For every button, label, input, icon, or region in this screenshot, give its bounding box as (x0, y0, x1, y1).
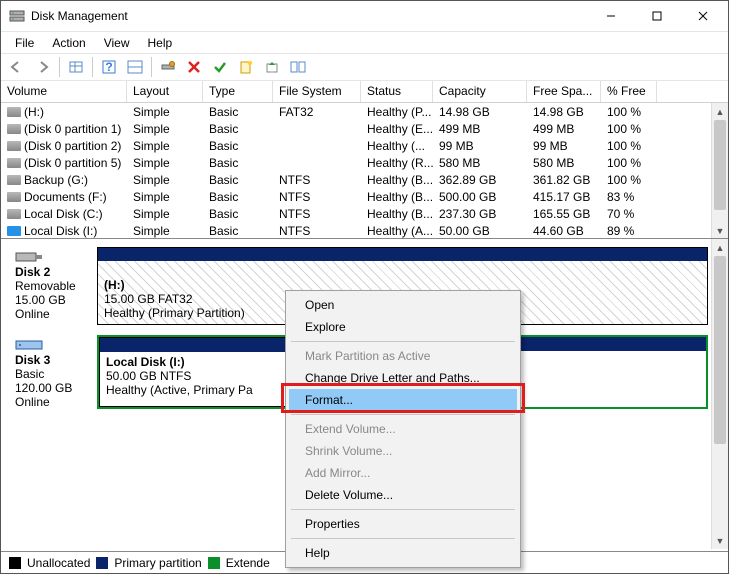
green-arrow-icon[interactable] (260, 56, 284, 78)
help-icon[interactable]: ? (97, 56, 121, 78)
volume-icon (7, 158, 21, 168)
partition-name: Local Disk (I:) (106, 355, 288, 369)
ctx-mark-active: Mark Partition as Active (289, 345, 517, 367)
disk-kind: Removable (15, 279, 91, 293)
legend-unallocated: Unallocated (27, 556, 90, 570)
volume-icon (7, 141, 21, 151)
partition-size: 50.00 GB NTFS (106, 369, 288, 383)
list-header: Volume Layout Type File System Status Ca… (1, 81, 728, 103)
col-filesystem[interactable]: File System (273, 81, 361, 102)
legend-swatch-extended (208, 557, 220, 569)
ctx-properties[interactable]: Properties (289, 513, 517, 535)
app-icon (9, 8, 25, 24)
ctx-add-mirror: Add Mirror... (289, 462, 517, 484)
volume-list: Volume Layout Type File System Status Ca… (1, 81, 728, 239)
new-icon[interactable] (234, 56, 258, 78)
table-row[interactable]: Documents (F:)SimpleBasicNTFSHealthy (B.… (1, 188, 728, 205)
col-pct[interactable]: % Free (601, 81, 657, 102)
legend-swatch-primary (96, 557, 108, 569)
volume-icon (7, 124, 21, 134)
title-bar: Disk Management (1, 1, 728, 31)
ctx-shrink: Shrink Volume... (289, 440, 517, 462)
table-row[interactable]: (Disk 0 partition 2)SimpleBasicHealthy (… (1, 137, 728, 154)
ctx-explore[interactable]: Explore (289, 316, 517, 338)
svg-text:?: ? (105, 60, 112, 74)
table-row[interactable]: Local Disk (I:)SimpleBasicNTFSHealthy (A… (1, 222, 728, 239)
volume-icon (7, 192, 21, 202)
scroll-down-icon[interactable]: ▼ (712, 532, 728, 549)
menu-file[interactable]: File (7, 34, 42, 52)
table-row[interactable]: (Disk 0 partition 1)SimpleBasicHealthy (… (1, 120, 728, 137)
toolbar: ? (1, 53, 728, 81)
disk-size: 120.00 GB (15, 381, 91, 395)
ctx-change-drive-letter[interactable]: Change Drive Letter and Paths... (289, 367, 517, 389)
disk-state: Online (15, 307, 91, 321)
removable-disk-icon (15, 251, 43, 263)
delete-icon[interactable] (182, 56, 206, 78)
ctx-extend: Extend Volume... (289, 418, 517, 440)
col-type[interactable]: Type (203, 81, 273, 102)
col-status[interactable]: Status (361, 81, 433, 102)
table-row[interactable]: (H:)SimpleBasicFAT32Healthy (P...14.98 G… (1, 103, 728, 120)
layout-icon[interactable] (123, 56, 147, 78)
volume-icon (7, 175, 21, 185)
table-row[interactable]: (Disk 0 partition 5)SimpleBasicHealthy (… (1, 154, 728, 171)
volume-icon (7, 209, 21, 219)
scroll-thumb[interactable] (714, 120, 726, 210)
legend-swatch-unallocated (9, 557, 21, 569)
ctx-help[interactable]: Help (289, 542, 517, 564)
disk-kind: Basic (15, 367, 91, 381)
ctx-format[interactable]: Format... (289, 389, 517, 411)
ctx-open[interactable]: Open (289, 294, 517, 316)
ctx-delete[interactable]: Delete Volume... (289, 484, 517, 506)
disk-scrollbar[interactable]: ▲ ▼ (711, 239, 728, 549)
scroll-up-icon[interactable]: ▲ (712, 239, 728, 256)
partition-i[interactable]: Local Disk (I:) 50.00 GB NTFS Healthy (A… (99, 337, 295, 407)
menu-bar: File Action View Help (1, 31, 728, 53)
legend-extended: Extende (226, 556, 270, 570)
settings-icon[interactable] (156, 56, 180, 78)
disk-size: 15.00 GB (15, 293, 91, 307)
forward-icon[interactable] (31, 56, 55, 78)
scroll-thumb[interactable] (714, 256, 726, 444)
scroll-down-icon[interactable]: ▼ (712, 222, 728, 239)
close-button[interactable] (680, 1, 726, 31)
col-volume[interactable]: Volume (1, 81, 127, 102)
window-title: Disk Management (31, 9, 128, 23)
legend-primary: Primary partition (114, 556, 201, 570)
minimize-button[interactable] (588, 1, 634, 31)
basic-disk-icon (15, 339, 43, 351)
maximize-button[interactable] (634, 1, 680, 31)
disk-name: Disk 2 (15, 265, 91, 279)
disk-name: Disk 3 (15, 353, 91, 367)
table-row[interactable]: Local Disk (C:)SimpleBasicNTFSHealthy (B… (1, 205, 728, 222)
disk-state: Online (15, 395, 91, 409)
menu-action[interactable]: Action (44, 34, 93, 52)
context-menu: Open Explore Mark Partition as Active Ch… (285, 290, 521, 568)
col-capacity[interactable]: Capacity (433, 81, 527, 102)
panel-icon[interactable] (286, 56, 310, 78)
col-free[interactable]: Free Spa... (527, 81, 601, 102)
col-layout[interactable]: Layout (127, 81, 203, 102)
menu-help[interactable]: Help (140, 34, 181, 52)
table-row[interactable]: Backup (G:)SimpleBasicNTFSHealthy (B...3… (1, 171, 728, 188)
list-scrollbar[interactable]: ▲ ▼ (711, 103, 728, 239)
scroll-up-icon[interactable]: ▲ (712, 103, 728, 120)
volume-icon (7, 226, 21, 236)
view-icon[interactable] (64, 56, 88, 78)
back-icon[interactable] (5, 56, 29, 78)
partition-status: Healthy (Active, Primary Pa (106, 383, 288, 397)
check-icon[interactable] (208, 56, 232, 78)
volume-icon (7, 107, 21, 117)
menu-view[interactable]: View (96, 34, 138, 52)
